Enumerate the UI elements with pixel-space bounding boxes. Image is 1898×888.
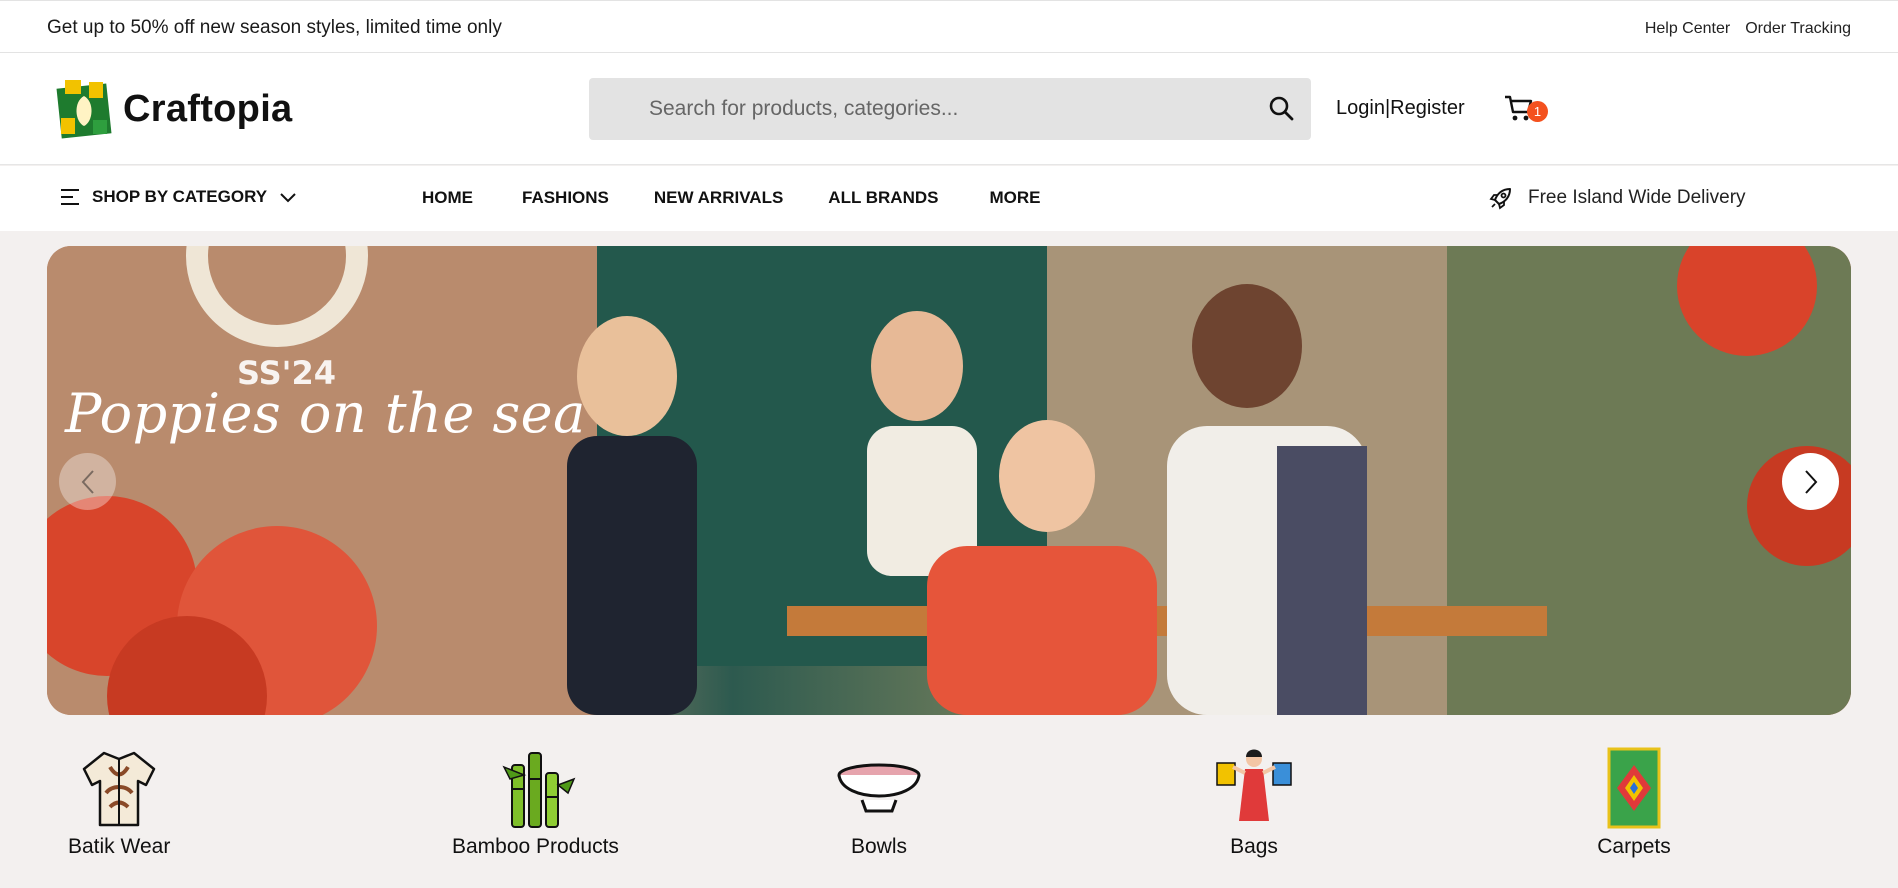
logo-icon (56, 80, 112, 139)
search-bar (589, 78, 1311, 140)
brand-name: Craftopia (123, 87, 293, 130)
chevron-right-icon (1804, 469, 1817, 494)
nav-fashions[interactable]: FASHIONS (522, 188, 609, 208)
category-label: Batik Wear (68, 835, 171, 858)
nav-new-arrivals[interactable]: NEW ARRIVALS (654, 188, 783, 208)
category-batik-wear[interactable]: Batik Wear (68, 745, 170, 859)
hero-banner[interactable]: SS'24 Poppies on the sea (47, 246, 1851, 715)
search-icon[interactable] (1267, 94, 1297, 124)
nav-home[interactable]: HOME (422, 188, 473, 208)
search-input[interactable] (589, 78, 1249, 140)
brand-logo[interactable]: Craftopia (55, 78, 293, 140)
shop-by-category-button[interactable]: SHOP BY CATEGORY (60, 187, 297, 207)
carpet-icon (1607, 747, 1661, 829)
site-header: Craftopia Login | Register 1 (0, 53, 1898, 165)
category-carpets[interactable]: Carpets (1591, 745, 1677, 859)
bamboo-icon (502, 752, 576, 828)
delivery-notice: Free Island Wide Delivery (1488, 185, 1746, 211)
category-bowls[interactable]: Bowls (836, 745, 922, 859)
cart-count-badge: 1 (1527, 101, 1548, 122)
bags-icon (1216, 749, 1292, 821)
main-nav: SHOP BY CATEGORY HOME FASHIONS NEW ARRIV… (0, 166, 1898, 231)
announcement-bar: Get up to 50% off new season styles, lim… (0, 0, 1898, 53)
hero-title: Poppies on the sea (65, 382, 586, 445)
category-bags[interactable]: Bags (1211, 745, 1297, 859)
chevron-down-icon (280, 193, 296, 203)
auth-links: Login | Register (1336, 97, 1465, 120)
promo-text: Get up to 50% off new season styles, lim… (47, 17, 502, 38)
bowl-icon (837, 763, 921, 813)
hero-image (47, 246, 1851, 715)
register-link[interactable]: Register (1390, 97, 1464, 120)
category-label: Bowls (850, 835, 908, 858)
rocket-icon (1489, 188, 1511, 210)
nav-all-brands[interactable]: ALL BRANDS (828, 188, 938, 208)
cart-button[interactable]: 1 (1503, 93, 1553, 125)
help-center-link[interactable]: Help Center (1645, 20, 1730, 38)
carousel-prev-button[interactable] (59, 453, 116, 510)
menu-icon (61, 189, 79, 205)
category-label: Bags (1230, 835, 1278, 858)
nav-more[interactable]: MORE (989, 188, 1040, 208)
top-links: Help Center Order Tracking (1645, 20, 1851, 38)
category-label: Carpets (1597, 835, 1671, 858)
category-strip: Batik Wear Bamboo Products Bowls Bags Ca… (0, 745, 1898, 888)
carousel-next-button[interactable] (1782, 453, 1839, 510)
chevron-left-icon (81, 469, 94, 494)
nav-links: HOME FASHIONS NEW ARRIVALS ALL BRANDS MO… (422, 188, 1040, 208)
category-label: Bamboo Products (452, 835, 619, 858)
shop-by-category-label: SHOP BY CATEGORY (92, 187, 268, 206)
delivery-text: Free Island Wide Delivery (1528, 187, 1746, 208)
batik-shirt-icon (82, 751, 156, 827)
order-tracking-link[interactable]: Order Tracking (1745, 20, 1851, 38)
login-link[interactable]: Login (1336, 97, 1385, 120)
category-bamboo-products[interactable]: Bamboo Products (452, 745, 619, 859)
